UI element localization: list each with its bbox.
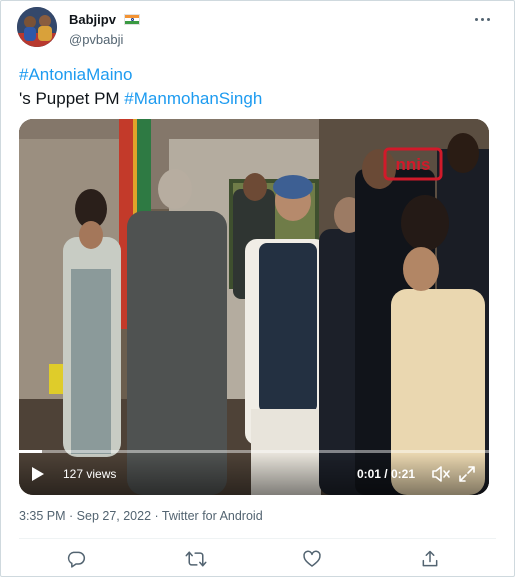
mute-icon[interactable] xyxy=(431,464,451,484)
user-handle[interactable]: @pvbabji xyxy=(69,32,140,47)
author-block: Babjipv @pvbabji xyxy=(69,11,141,47)
share-icon[interactable] xyxy=(417,546,443,572)
view-count: 127 views xyxy=(63,467,117,481)
play-icon[interactable] xyxy=(31,465,49,483)
display-name[interactable]: Babjipv xyxy=(69,12,116,27)
video-player[interactable]: nnis 127 views 0:01 / 0:21 xyxy=(19,119,489,495)
tweet-text-body: 's Puppet PM xyxy=(19,89,125,108)
retweet-icon[interactable] xyxy=(183,546,209,572)
action-bar xyxy=(1,546,515,572)
reply-icon[interactable] xyxy=(63,546,89,572)
more-options-icon[interactable] xyxy=(470,11,494,27)
tweet-text: #AntoniaMaino 's Puppet PM #ManmohanSing… xyxy=(19,63,262,111)
avatar[interactable] xyxy=(17,7,57,47)
hashtag-link[interactable]: #ManmohanSingh xyxy=(124,89,262,108)
like-icon[interactable] xyxy=(299,546,325,572)
watermark: nnis xyxy=(396,155,431,174)
hashtag-link[interactable]: #AntoniaMaino xyxy=(19,65,132,84)
tweet-timestamp[interactable]: 3:35 PM · Sep 27, 2022 · Twitter for And… xyxy=(19,509,263,523)
video-frame: nnis xyxy=(19,119,489,495)
fullscreen-icon[interactable] xyxy=(457,464,477,484)
playback-time: 0:01 / 0:21 xyxy=(356,467,415,481)
divider xyxy=(19,538,496,539)
india-flag-icon xyxy=(124,14,141,25)
tweet-card: Babjipv @pvbabji #AntoniaMaino 's Puppet… xyxy=(0,0,515,577)
video-controls: 127 views 0:01 / 0:21 xyxy=(19,453,489,495)
